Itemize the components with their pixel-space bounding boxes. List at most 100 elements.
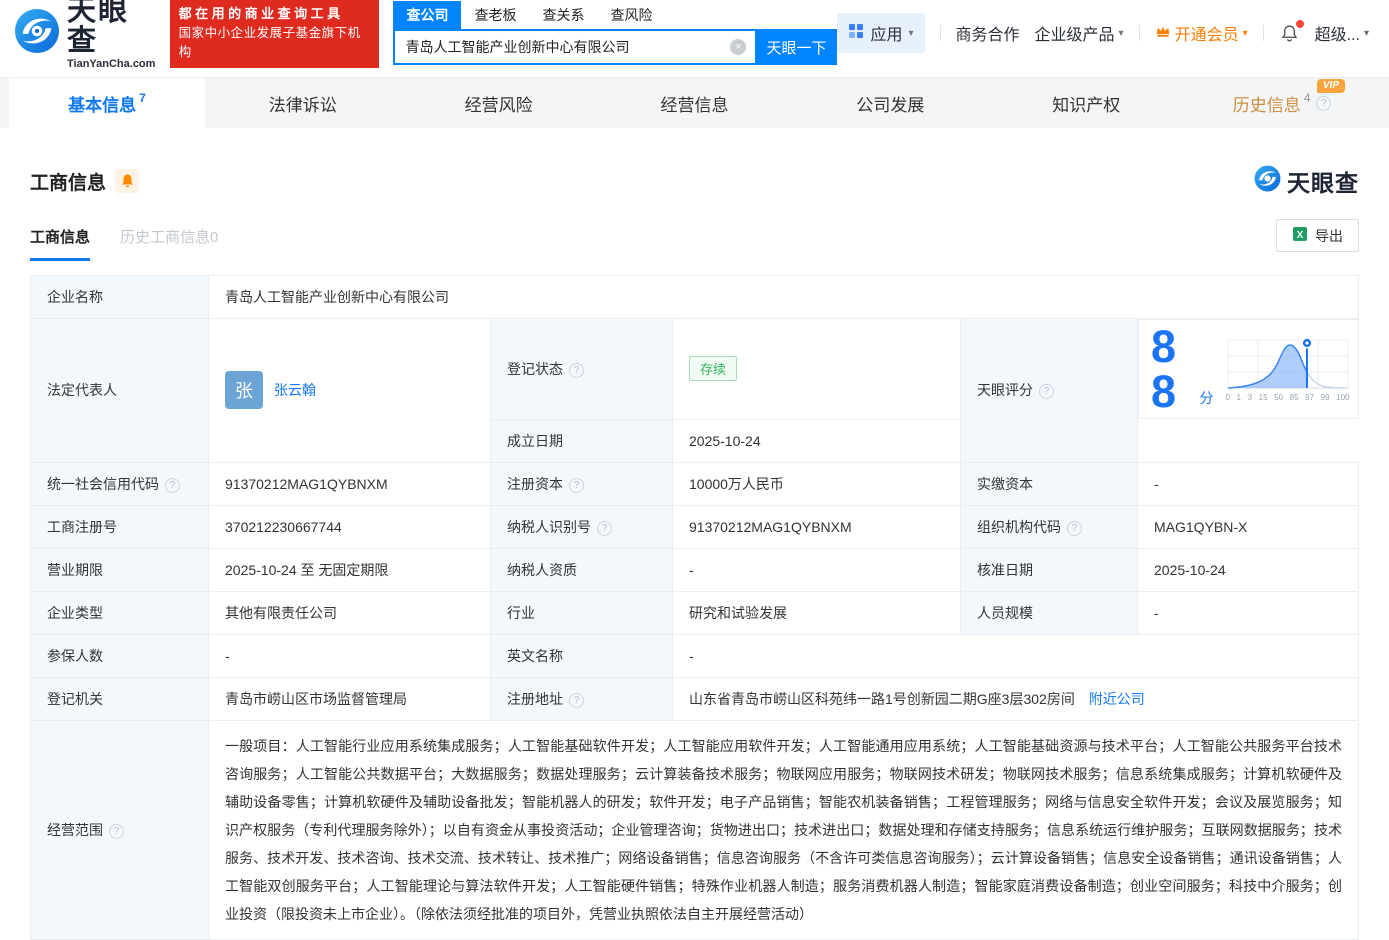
search-tab-risk[interactable]: 查风险 bbox=[597, 1, 665, 29]
help-icon[interactable]: ? bbox=[1067, 521, 1082, 536]
help-icon[interactable]: ? bbox=[569, 478, 584, 493]
help-icon[interactable]: ? bbox=[1039, 384, 1054, 399]
help-icon[interactable]: ? bbox=[569, 363, 584, 378]
staff-size-value: - bbox=[1138, 591, 1359, 634]
nav-vip-label: 开通会员 bbox=[1175, 21, 1239, 45]
table-row: 企业名称 青岛人工智能产业创新中心有限公司 bbox=[31, 276, 1359, 319]
help-icon[interactable]: ? bbox=[569, 693, 584, 708]
field-label: 成立日期 bbox=[491, 419, 673, 462]
promo-line1: 都在用的商业查询工具 bbox=[179, 4, 371, 24]
reg-capital-value: 10000万人民币 bbox=[673, 462, 961, 505]
help-icon[interactable]: ? bbox=[109, 824, 124, 839]
field-label-text: 注册资本 bbox=[507, 476, 563, 492]
help-icon[interactable]: ? bbox=[1316, 96, 1331, 111]
avatar[interactable]: 张 bbox=[225, 371, 263, 409]
approval-date-value: 2025-10-24 bbox=[1138, 548, 1359, 591]
chevron-down-icon: ▾ bbox=[1364, 28, 1369, 39]
table-row: 企业类型 其他有限责任公司 行业 研究和试验发展 人员规模 - bbox=[31, 591, 1359, 634]
tab-operation-info[interactable]: 经营信息 bbox=[597, 78, 793, 128]
tab-label: 知识产权 bbox=[1052, 91, 1120, 116]
field-label-text: 纳税人识别号 bbox=[507, 519, 591, 535]
search-input[interactable] bbox=[393, 29, 755, 65]
subtab-current-business-info[interactable]: 工商信息 bbox=[30, 226, 90, 261]
nav-enterprise[interactable]: 企业级产品 ▾ bbox=[1035, 21, 1124, 45]
field-label: 组织机构代码? bbox=[961, 505, 1138, 548]
top-nav: 应用 ▾ 商务合作 企业级产品 ▾ 开通会员 ▾ bbox=[837, 13, 1369, 53]
monitor-bell-icon[interactable] bbox=[115, 169, 139, 193]
field-label: 核准日期 bbox=[961, 548, 1138, 591]
table-row: 经营范围? 一般项目：人工智能行业应用系统集成服务；人工智能基础软件开发；人工智… bbox=[31, 720, 1359, 939]
export-label: 导出 bbox=[1315, 226, 1343, 246]
apps-menu[interactable]: 应用 ▾ bbox=[837, 13, 924, 53]
promo-line2: 国家中小企业发展子基金旗下机构 bbox=[179, 24, 371, 63]
taxpayer-id-value: 91370212MAG1QYBNXM bbox=[673, 505, 961, 548]
field-label: 注册地址? bbox=[491, 677, 673, 720]
tab-basic-info[interactable]: 基本信息 7 bbox=[9, 78, 205, 128]
divider bbox=[1263, 25, 1264, 41]
search-tabs: 查公司 查老板 查关系 查风险 bbox=[393, 1, 837, 29]
search-tab-company[interactable]: 查公司 bbox=[393, 1, 461, 29]
subtab-history-business-info[interactable]: 历史工商信息0 bbox=[120, 226, 218, 261]
business-term-value: 2025-10-24 至 无固定期限 bbox=[209, 548, 491, 591]
tab-intellectual-property[interactable]: 知识产权 bbox=[988, 78, 1184, 128]
legal-rep-cell: 张 张云翰 bbox=[209, 319, 491, 463]
tab-operation-risk[interactable]: 经营风险 bbox=[401, 78, 597, 128]
reg-authority-value: 青岛市崂山区市场监督管理局 bbox=[209, 677, 491, 720]
help-icon[interactable]: ? bbox=[165, 478, 180, 493]
search-block: 查公司 查老板 查关系 查风险 × 天眼一下 bbox=[393, 1, 837, 65]
field-label: 企业类型 bbox=[31, 591, 209, 634]
reg-address-cell: 山东省青岛市崂山区科苑纬一路1号创新园二期G座3层302房间 附近公司 bbox=[673, 677, 1359, 720]
chevron-down-icon: ▾ bbox=[1119, 28, 1124, 39]
company-name-value: 青岛人工智能产业创新中心有限公司 bbox=[209, 276, 1359, 319]
tab-label: 经营信息 bbox=[661, 91, 729, 116]
notification-bell[interactable] bbox=[1279, 23, 1300, 44]
field-label: 人员规模 bbox=[961, 591, 1138, 634]
industry-value: 研究和试验发展 bbox=[673, 591, 961, 634]
tyc-score-cell[interactable]: 88 分 bbox=[1138, 319, 1359, 419]
search-button[interactable]: 天眼一下 bbox=[755, 29, 837, 65]
nearby-companies-link[interactable]: 附近公司 bbox=[1089, 691, 1145, 707]
export-button[interactable]: X 导出 bbox=[1276, 219, 1359, 252]
nav-account[interactable]: 超级... ▾ bbox=[1315, 21, 1369, 45]
logo-title: 天眼查 bbox=[67, 0, 158, 57]
nav-biz-coop[interactable]: 商务合作 bbox=[956, 21, 1020, 45]
page-title: 工商信息 bbox=[30, 168, 106, 195]
search-tab-boss[interactable]: 查老板 bbox=[461, 1, 529, 29]
taxpayer-quality-value: - bbox=[673, 548, 961, 591]
field-label: 参保人数 bbox=[31, 634, 209, 677]
legal-rep-link[interactable]: 张云翰 bbox=[274, 380, 316, 400]
field-label: 营业期限 bbox=[31, 548, 209, 591]
table-row: 工商注册号 370212230667744 纳税人识别号? 91370212MA… bbox=[31, 505, 1359, 548]
tab-label: 历史信息 bbox=[1233, 91, 1301, 116]
logo-domain: TianYanCha.com bbox=[67, 59, 158, 71]
tab-legal[interactable]: 法律诉讼 bbox=[205, 78, 401, 128]
tianyancha-swirl-icon bbox=[1254, 165, 1281, 197]
divider bbox=[1139, 25, 1140, 41]
field-label: 纳税人识别号? bbox=[491, 505, 673, 548]
tab-label: 基本信息 bbox=[68, 91, 136, 116]
field-label: 登记机关 bbox=[31, 677, 209, 720]
subtab-count: 0 bbox=[210, 229, 218, 246]
nav-vip[interactable]: 开通会员 ▾ bbox=[1155, 21, 1248, 45]
company-tab-bar: 基本信息 7 法律诉讼 经营风险 经营信息 公司发展 知识产权 历史信息 4 ?… bbox=[0, 77, 1389, 128]
table-row: 统一社会信用代码? 91370212MAG1QYBNXM 注册资本? 10000… bbox=[31, 462, 1359, 505]
tab-label: 公司发展 bbox=[856, 91, 924, 116]
score-distribution-chart: 0131550859799100 bbox=[1226, 336, 1350, 402]
field-label: 企业名称 bbox=[31, 276, 209, 319]
reg-status-cell: 存续 bbox=[673, 319, 961, 420]
chevron-down-icon: ▾ bbox=[1243, 28, 1248, 39]
help-icon[interactable]: ? bbox=[597, 521, 612, 536]
tianyancha-logo[interactable]: 天眼查 TianYanCha.com bbox=[14, 0, 158, 70]
tab-company-development[interactable]: 公司发展 bbox=[792, 78, 988, 128]
credit-code-value: 91370212MAG1QYBNXM bbox=[209, 462, 491, 505]
divider bbox=[940, 25, 941, 41]
table-row: 营业期限 2025-10-24 至 无固定期限 纳税人资质 - 核准日期 202… bbox=[31, 548, 1359, 591]
search-tab-relation[interactable]: 查关系 bbox=[529, 1, 597, 29]
reg-number-value: 370212230667744 bbox=[209, 505, 491, 548]
nav-enterprise-label: 企业级产品 bbox=[1035, 21, 1115, 45]
apps-label: 应用 bbox=[870, 21, 902, 45]
crown-icon bbox=[1155, 24, 1171, 43]
field-label-text: 天眼评分 bbox=[977, 382, 1033, 398]
tab-history-info[interactable]: 历史信息 4 ? VIP bbox=[1184, 78, 1380, 128]
company-type-value: 其他有限责任公司 bbox=[209, 591, 491, 634]
